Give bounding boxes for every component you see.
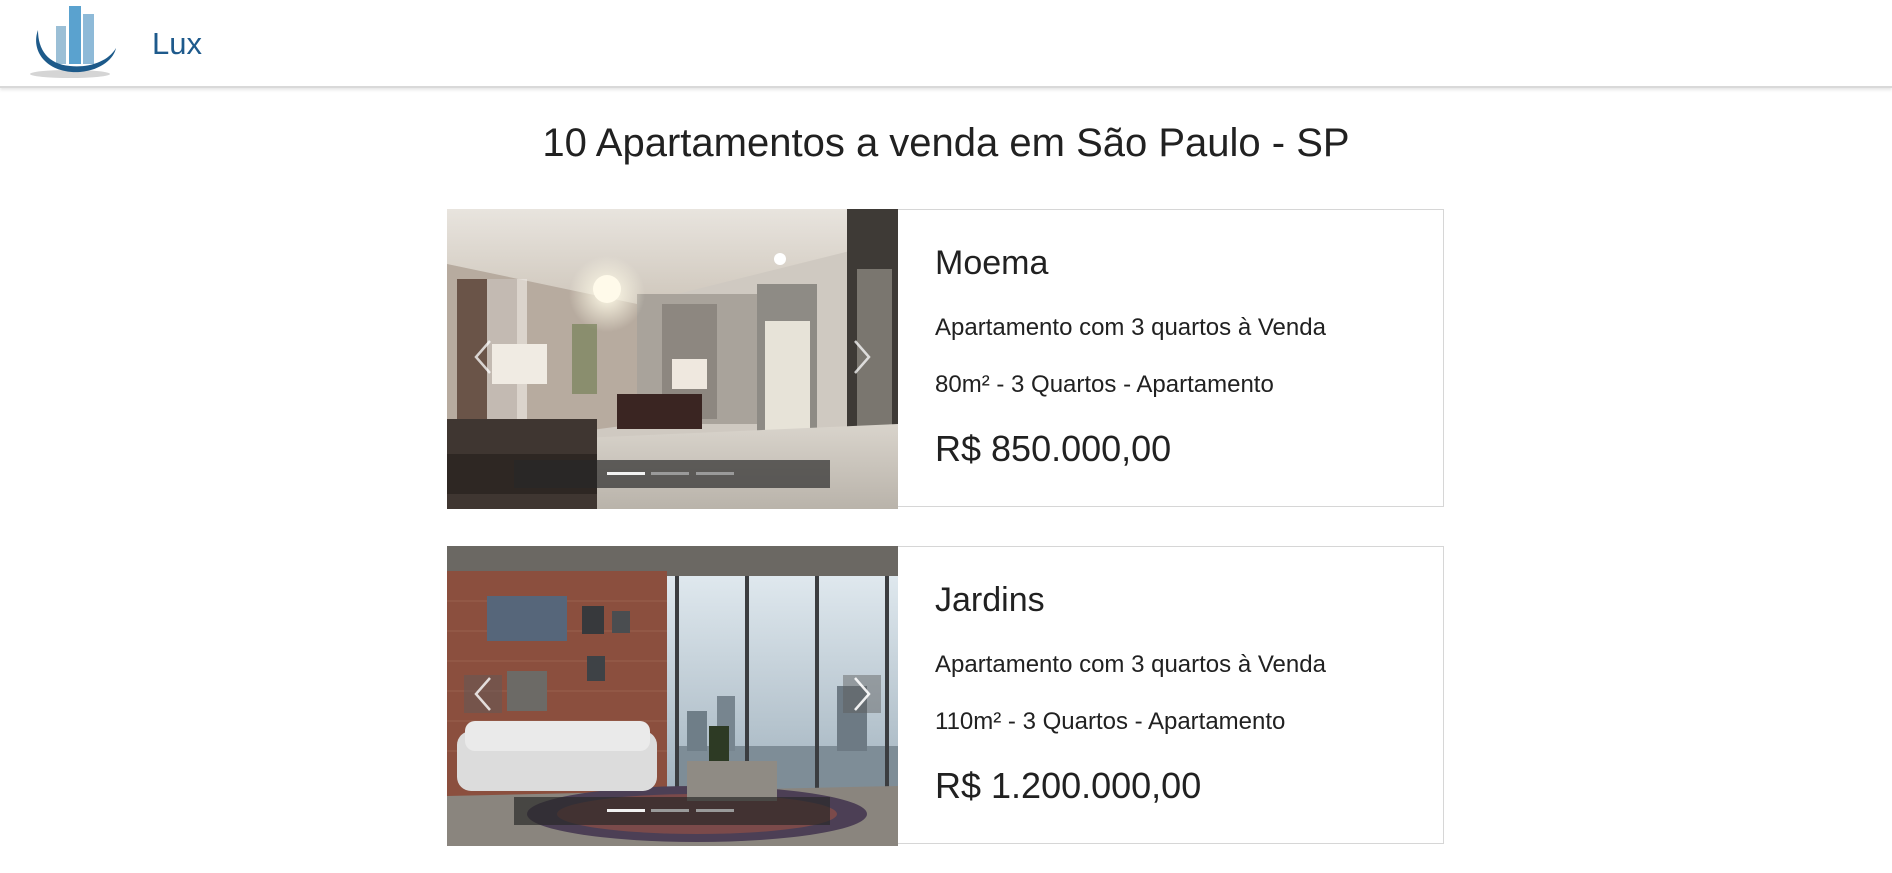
top-navbar: Lux	[0, 0, 1892, 88]
carousel-dot-3[interactable]	[696, 809, 734, 812]
carousel-dot-3[interactable]	[696, 472, 734, 475]
page-title: 10 Apartamentos a venda em São Paulo - S…	[542, 121, 1350, 165]
listing-description: Apartamento com 3 quartos à Venda	[935, 314, 1326, 341]
listing-price: R$ 850.000,00	[935, 428, 1172, 469]
listing-price: R$ 1.200.000,00	[935, 765, 1202, 806]
listing-card[interactable]: Jardins Apartamento com 3 quartos à Vend…	[447, 546, 1444, 846]
listing-photo-carousel[interactable]	[447, 209, 898, 509]
carousel-dot-2[interactable]	[651, 809, 689, 812]
listing-info: Moema Apartamento com 3 quartos à Venda …	[935, 210, 1443, 506]
carousel-dot-2[interactable]	[651, 472, 689, 475]
carousel-next-button[interactable]	[843, 338, 881, 376]
listing-card[interactable]: Moema Apartamento com 3 quartos à Venda …	[447, 209, 1444, 509]
logo-mark-icon	[30, 6, 116, 78]
carousel-dot-1[interactable]	[607, 472, 645, 475]
carousel-next-button[interactable]	[843, 675, 881, 713]
brand-logo[interactable]: Lux	[30, 2, 202, 82]
listing-neighborhood[interactable]: Jardins	[935, 581, 1045, 620]
listing-features: 80m² - 3 Quartos - Apartamento	[935, 371, 1274, 398]
chevron-left-icon	[474, 677, 491, 711]
chevron-left-icon	[474, 340, 491, 374]
carousel-prev-button[interactable]	[464, 675, 502, 713]
listing-photo-carousel[interactable]	[447, 546, 898, 846]
chevron-right-icon	[854, 677, 871, 711]
listing-features: 110m² - 3 Quartos - Apartamento	[935, 708, 1286, 735]
chevron-right-icon	[854, 340, 871, 374]
listing-description: Apartamento com 3 quartos à Venda	[935, 651, 1326, 678]
listing-neighborhood[interactable]: Moema	[935, 244, 1048, 283]
brand-name: Lux	[152, 26, 202, 61]
carousel-prev-button[interactable]	[464, 338, 502, 376]
carousel-indicators	[514, 797, 830, 825]
carousel-dot-1[interactable]	[607, 809, 645, 812]
carousel-indicators	[514, 460, 830, 488]
listing-info: Jardins Apartamento com 3 quartos à Vend…	[935, 547, 1443, 843]
